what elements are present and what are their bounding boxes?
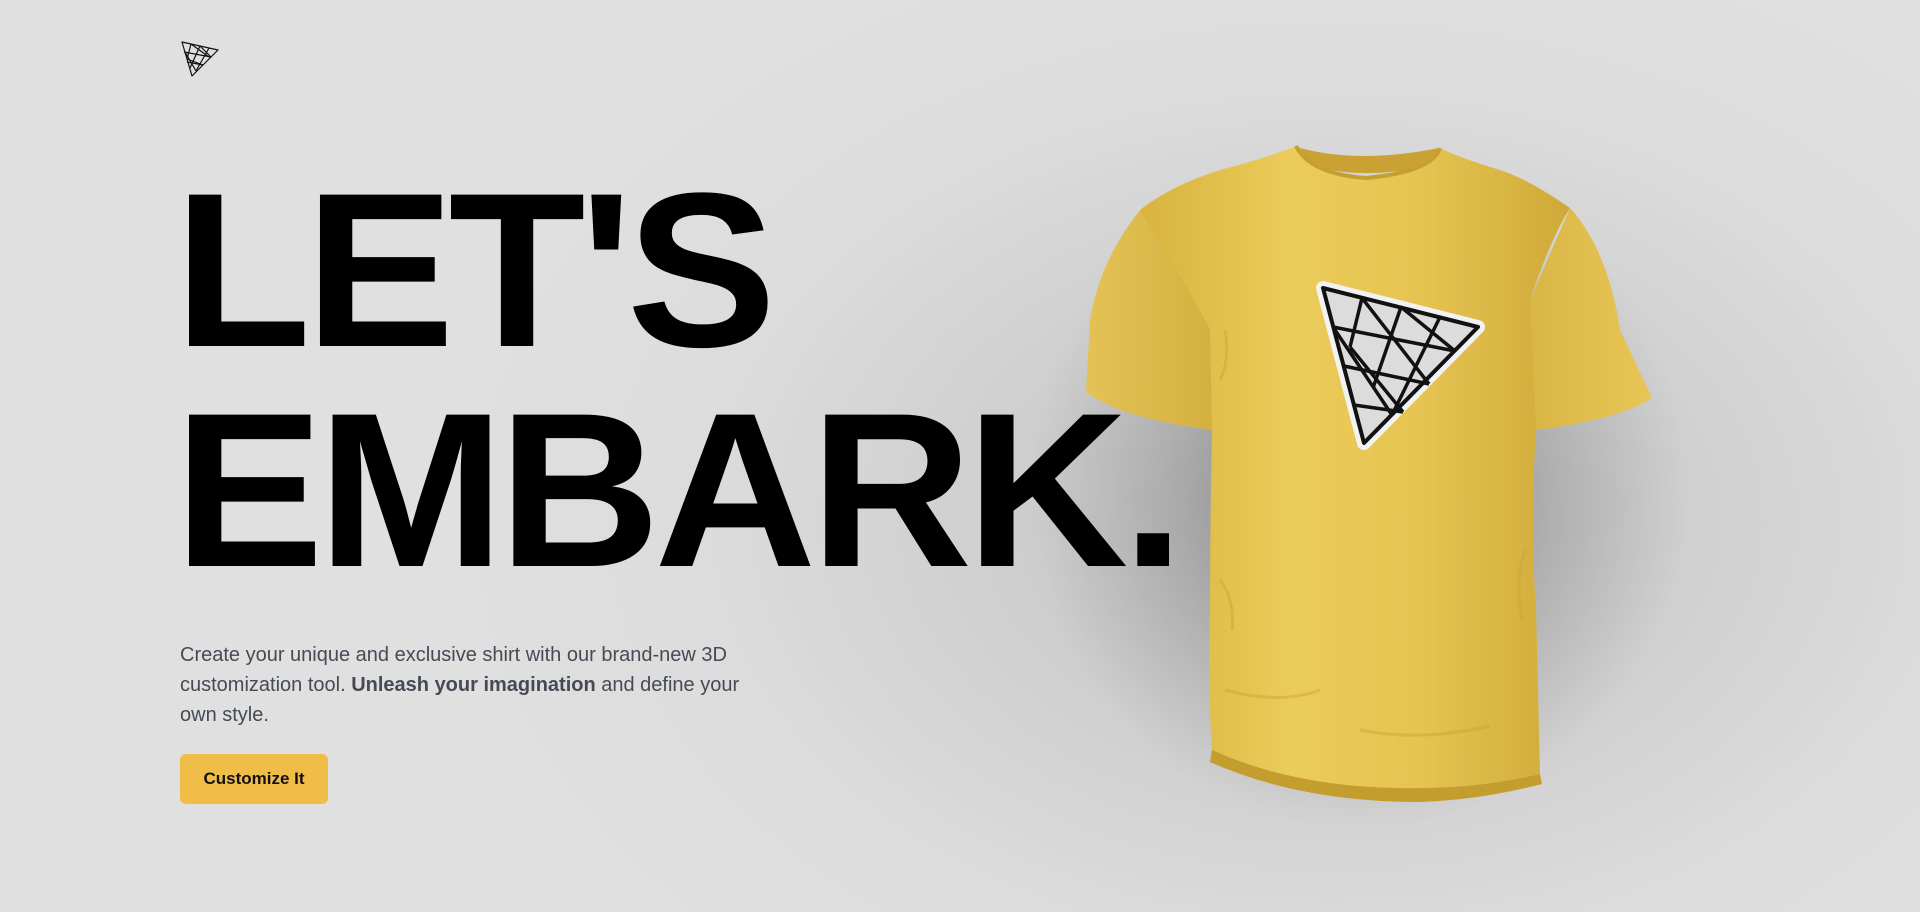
headline-line-1: LET'S bbox=[174, 147, 776, 393]
headline-line-2: EMBARK. bbox=[174, 367, 1184, 613]
customize-it-button[interactable]: Customize It bbox=[180, 754, 328, 804]
tshirt-3d-canvas[interactable] bbox=[1030, 130, 1690, 830]
logo-icon[interactable] bbox=[180, 40, 220, 78]
triangle-mesh-logo-icon bbox=[181, 41, 219, 77]
description-emphasis: Unleash your imagination bbox=[351, 674, 596, 696]
tshirt-image bbox=[1030, 145, 1690, 830]
hero-description: Create your unique and exclusive shirt w… bbox=[180, 640, 770, 730]
hero-headline: LET'S EMBARK. bbox=[174, 160, 1184, 600]
